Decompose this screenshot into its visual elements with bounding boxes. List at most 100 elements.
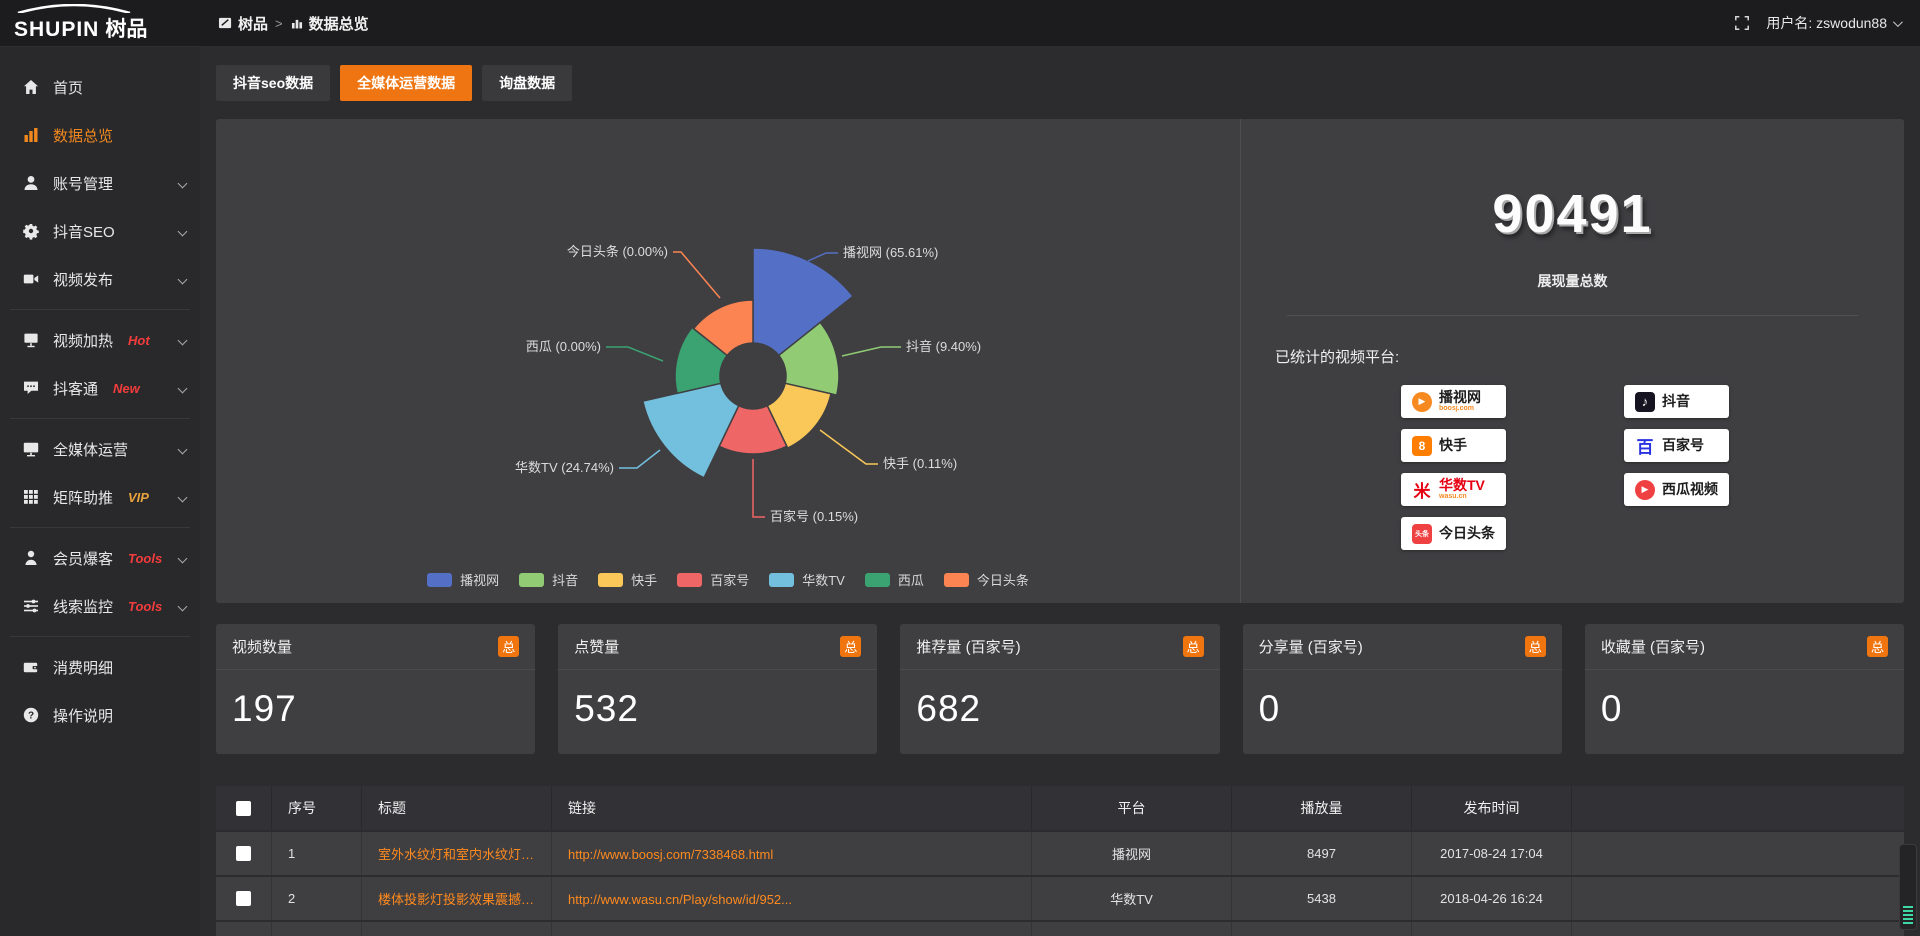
row-checkbox-cell (216, 922, 272, 936)
cell-title-link[interactable] (362, 922, 552, 936)
legend-item-百家号[interactable]: 百家号 (677, 570, 749, 589)
rose-chart-container: 播视网 (65.61%)抖音 (9.40%)快手 (0.11%)百家号 (0.1… (216, 119, 1240, 603)
stat-card-header: 收藏量 (百家号) 总 (1585, 624, 1904, 670)
platform-badge-抖音: ♪抖音 (1624, 385, 1729, 418)
sidebar-item-clue-monitor[interactable]: 线索监控Tools (0, 582, 200, 630)
cell-url-link[interactable] (552, 922, 1032, 936)
table-header-filler (1572, 786, 1904, 830)
sidebar-item-label: 矩阵助推 (53, 487, 113, 508)
chevron-down-icon (178, 553, 188, 563)
svg-text:?: ? (28, 710, 34, 721)
sidebar-item-consume-detail[interactable]: 消费明细 (0, 643, 200, 691)
total-badge: 总 (1525, 636, 1546, 657)
total-badge: 总 (1867, 636, 1888, 657)
chevron-down-icon (178, 274, 188, 284)
legend-item-抖音[interactable]: 抖音 (519, 570, 578, 589)
stat-card-label: 收藏量 (百家号) (1601, 636, 1705, 657)
platform-badge-快手: 8快手 (1401, 429, 1506, 462)
cell-title-link[interactable]: 室外水纹灯和室内水纹灯的区别和简介 (362, 832, 552, 875)
legend-swatch (519, 573, 544, 587)
question-icon: ? (22, 706, 40, 724)
row-checkbox[interactable] (236, 891, 251, 906)
legend-item-快手[interactable]: 快手 (598, 570, 657, 589)
tab-3[interactable]: 询盘数据 (482, 65, 572, 101)
legend-item-今日头条[interactable]: 今日头条 (944, 570, 1029, 589)
pie-label-line-快手 (820, 430, 878, 464)
sidebar-item-media-ops[interactable]: 全媒体运营 (0, 425, 200, 473)
cell-url-link[interactable]: http://www.wasu.cn/Play/show/id/952... (552, 877, 1032, 920)
legend-item-西瓜[interactable]: 西瓜 (865, 570, 924, 589)
legend-swatch (944, 573, 969, 587)
sidebar-item-badge: New (113, 381, 140, 396)
username-label: 用户名: zswodun88 (1766, 13, 1887, 33)
summary-divider (1287, 315, 1857, 316)
table-row: 2楼体投影灯投影效果震撼上市http://www.wasu.cn/Play/sh… (216, 875, 1904, 920)
table-header-checkbox-cell (216, 786, 272, 830)
sidebar-item-video-publish[interactable]: 视频发布 (0, 255, 200, 303)
sidebar-item-data-overview[interactable]: 数据总览 (0, 111, 200, 159)
cell-title-link[interactable]: 楼体投影灯投影效果震撼上市 (362, 877, 552, 920)
stat-card-1: 视频数量总197 (216, 624, 535, 754)
breadcrumb-current[interactable]: 数据总览 (290, 13, 369, 34)
sidebar-item-home[interactable]: 首页 (0, 63, 200, 111)
rose-pie-chart[interactable]: 播视网 (65.61%)抖音 (9.40%)快手 (0.11%)百家号 (0.1… (216, 119, 1240, 589)
sidebar-divider (10, 527, 190, 528)
video-icon (22, 270, 40, 288)
wasu-logo-icon: 米 (1412, 480, 1432, 500)
xigua-logo-icon: ▶ (1635, 480, 1655, 500)
fullscreen-icon[interactable] (1734, 15, 1750, 31)
data-tabs: 抖音seo数据全媒体运营数据询盘数据 (216, 65, 1904, 101)
main-content: 抖音seo数据全媒体运营数据询盘数据 播视网 (65.61%)抖音 (9.40%… (200, 47, 1920, 936)
sidebar-item-douketong[interactable]: 抖客通New (0, 364, 200, 412)
floating-scroll-widget[interactable] (1899, 844, 1917, 930)
legend-label: 今日头条 (977, 570, 1029, 589)
sidebar-item-label: 会员爆客 (53, 548, 113, 569)
sidebar-item-video-heat[interactable]: 视频加热Hot (0, 316, 200, 364)
chevron-down-icon (178, 492, 188, 502)
platform-badge-华数TV: 米华数TVwasu.cn (1401, 473, 1506, 506)
boosj-logo-icon: ▶ (1412, 392, 1432, 412)
chevron-down-icon (178, 226, 188, 236)
sidebar-item-help[interactable]: ?操作说明 (0, 691, 200, 739)
pie-label-播视网: 播视网 (65.61%) (843, 245, 938, 260)
cell-url-link[interactable]: http://www.boosj.com/7338468.html (552, 832, 1032, 875)
sidebar-item-matrix-boost[interactable]: 矩阵助推VIP (0, 473, 200, 521)
stat-card-label: 分享量 (百家号) (1259, 636, 1363, 657)
legend-item-播视网[interactable]: 播视网 (427, 570, 499, 589)
pie-slice-华数TV[interactable] (643, 383, 739, 478)
row-checkbox-cell (216, 832, 272, 875)
stat-card-value: 682 (900, 670, 1219, 754)
chevron-down-icon (178, 601, 188, 611)
pie-label-百家号: 百家号 (0.15%) (770, 509, 858, 524)
table-header-1: 序号 (272, 786, 362, 830)
sidebar-item-member-boom[interactable]: 会员爆客Tools (0, 534, 200, 582)
breadcrumb-home[interactable]: 树品 (218, 13, 268, 34)
chart-legend: 播视网 抖音 快手 百家号 华数TV 西瓜 今日头条 (216, 570, 1240, 589)
row-checkbox[interactable] (236, 846, 251, 861)
logo-arc (16, 4, 132, 13)
legend-item-华数TV[interactable]: 华数TV (769, 570, 845, 589)
cell-views: 8497 (1232, 832, 1412, 875)
cell-publish-time: 2017-08-24 17:04 (1412, 832, 1572, 875)
table-header-5: 播放量 (1232, 786, 1412, 830)
tab-1[interactable]: 抖音seo数据 (216, 65, 330, 101)
user-menu[interactable]: 用户名: zswodun88 (1766, 13, 1900, 33)
platform-name: 西瓜视频 (1662, 482, 1718, 497)
gear-icon (22, 222, 40, 240)
sidebar-item-douyin-seo[interactable]: 抖音SEO (0, 207, 200, 255)
platform-badge-西瓜视频: ▶ 西瓜视频 (1624, 473, 1729, 506)
select-all-checkbox[interactable] (236, 801, 251, 816)
platform-name: 百家号 (1662, 438, 1704, 453)
chevron-down-icon (178, 383, 188, 393)
sidebar-item-label: 线索监控 (53, 596, 113, 617)
platforms-title: 已统计的视频平台: (1275, 346, 1904, 367)
kuaishou-logo-icon: 8 (1412, 436, 1432, 456)
total-impressions-label: 展现量总数 (1241, 271, 1904, 291)
pie-label-line-西瓜 (606, 347, 663, 361)
app-logo: SHUPIN 树品 (0, 4, 200, 43)
cell-platform: 播视网 (1032, 832, 1232, 875)
tab-2[interactable]: 全媒体运营数据 (340, 65, 472, 101)
table-row: 1室外水纹灯和室内水纹灯的区别和简介http://www.boosj.com/7… (216, 830, 1904, 875)
sidebar-item-account-manage[interactable]: 账号管理 (0, 159, 200, 207)
cell-platform (1032, 922, 1232, 936)
